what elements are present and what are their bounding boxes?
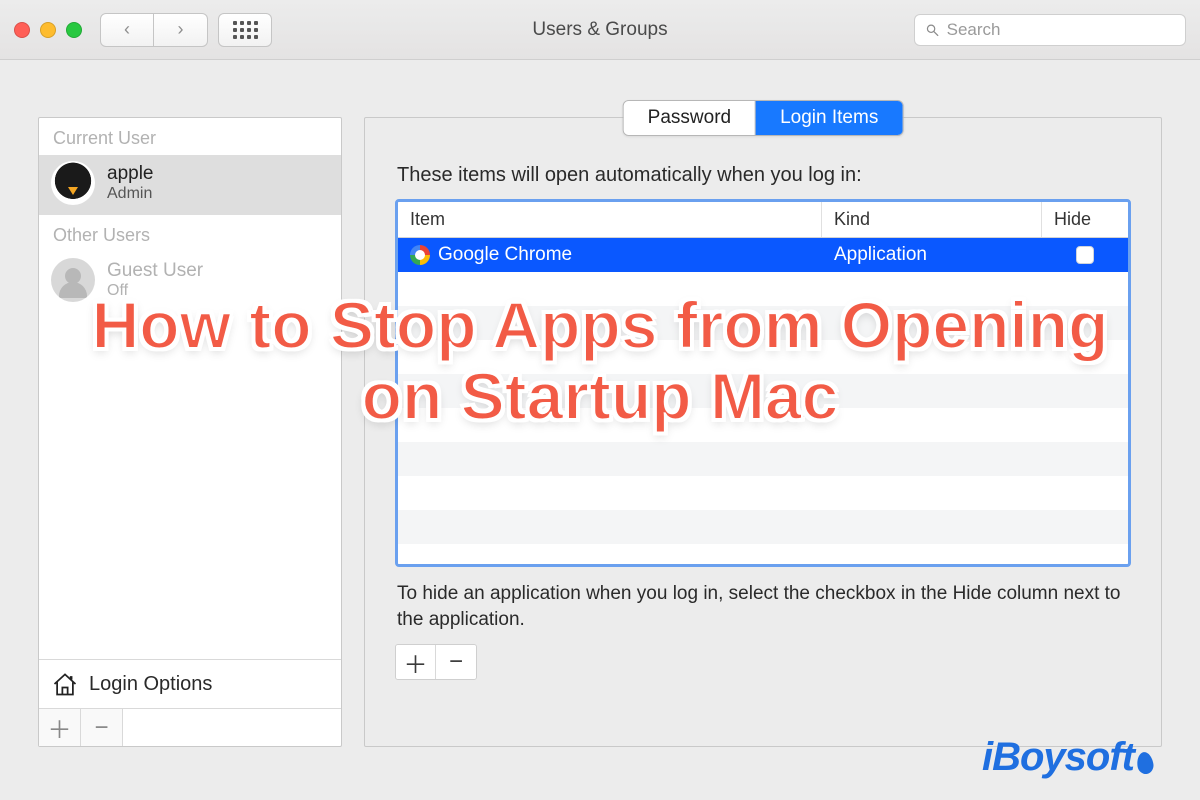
login-options-label: Login Options [89, 673, 212, 696]
item-kind: Application [834, 244, 927, 266]
search-field[interactable] [914, 14, 1186, 46]
tabs: Password Login Items [623, 100, 904, 136]
login-items-intro: These items will open automatically when… [397, 164, 1131, 187]
login-options-button[interactable]: Login Options [39, 659, 341, 708]
back-button[interactable]: ‹ [100, 13, 154, 47]
nav-back-forward: ‹ › [100, 13, 208, 47]
avatar [51, 161, 95, 205]
table-empty-rows [398, 272, 1128, 564]
user-name: Guest User [107, 261, 203, 280]
close-window-button[interactable] [14, 22, 30, 38]
chrome-icon [410, 245, 430, 265]
table-row[interactable]: Google Chrome Application [398, 238, 1128, 272]
search-input[interactable] [947, 20, 1175, 40]
avatar [51, 258, 95, 302]
col-kind: Kind [822, 202, 1042, 237]
brand-logo: iBoysoft [982, 735, 1154, 780]
tab-login-items[interactable]: Login Items [756, 101, 902, 135]
window-title: Users & Groups [532, 19, 667, 41]
search-icon [925, 22, 940, 38]
forward-button[interactable]: › [154, 13, 208, 47]
user-row-current[interactable]: apple Admin [39, 155, 341, 215]
tab-password[interactable]: Password [624, 101, 756, 135]
grid-icon [233, 21, 258, 39]
user-name: apple [107, 164, 154, 183]
table-header: Item Kind Hide [398, 202, 1128, 238]
main-panel: Password Login Items These items will op… [364, 117, 1162, 747]
login-items-add-remove: ＋ − [395, 644, 477, 680]
users-sidebar: Current User apple Admin Other Users Gue… [38, 117, 342, 747]
content-area: Current User apple Admin Other Users Gue… [0, 60, 1200, 800]
remove-login-item-button[interactable]: − [436, 645, 476, 679]
col-hide: Hide [1042, 202, 1128, 237]
minimize-window-button[interactable] [40, 22, 56, 38]
user-role: Admin [107, 185, 154, 203]
sidebar-add-remove: ＋ − [39, 708, 341, 746]
add-login-item-button[interactable]: ＋ [396, 645, 436, 679]
user-role: Off [107, 282, 203, 300]
col-item: Item [398, 202, 822, 237]
user-row-guest[interactable]: Guest User Off [39, 252, 341, 312]
hide-checkbox[interactable] [1076, 246, 1094, 264]
droplet-icon [1136, 751, 1155, 775]
login-items-table: Item Kind Hide Google Chrome Application [395, 199, 1131, 567]
house-icon [51, 670, 79, 698]
remove-user-button[interactable]: − [81, 709, 123, 746]
traffic-lights [14, 22, 82, 38]
titlebar: ‹ › Users & Groups [0, 0, 1200, 60]
item-name: Google Chrome [438, 244, 572, 266]
show-all-prefs-button[interactable] [218, 13, 272, 47]
add-user-button[interactable]: ＋ [39, 709, 81, 746]
brand-text: iBoysoft [982, 735, 1134, 780]
hide-hint: To hide an application when you log in, … [397, 581, 1129, 632]
current-user-label: Current User [39, 118, 341, 155]
other-users-label: Other Users [39, 215, 341, 252]
zoom-window-button[interactable] [66, 22, 82, 38]
